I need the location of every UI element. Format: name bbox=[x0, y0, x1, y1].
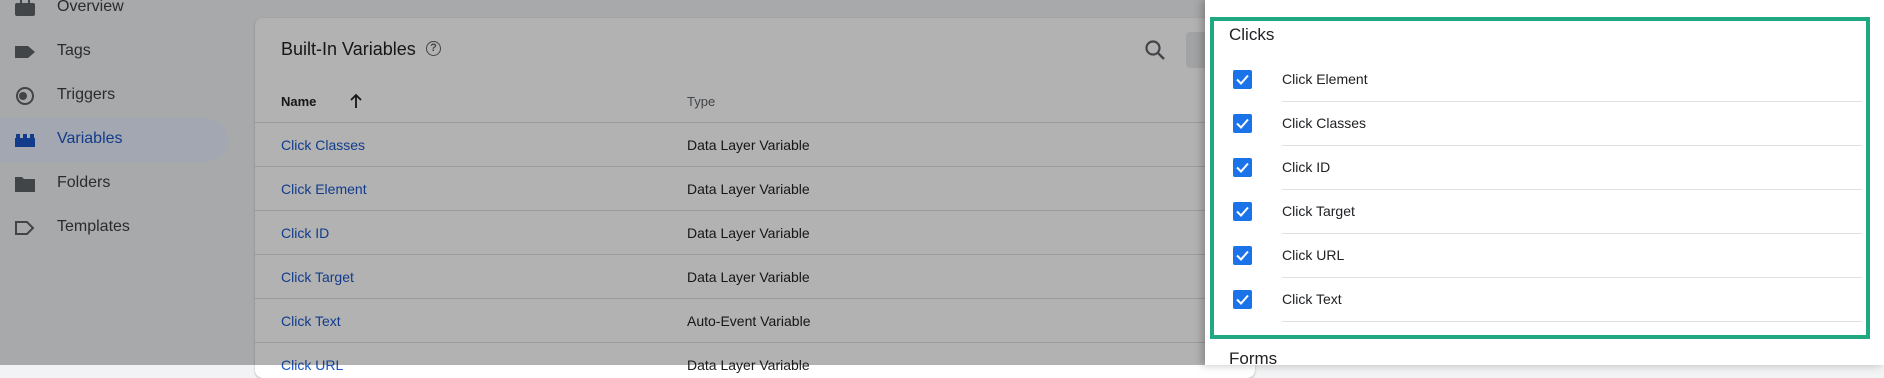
modal-scrim[interactable] bbox=[0, 0, 1205, 365]
highlight-box bbox=[1210, 17, 1870, 339]
section-title-forms: Forms bbox=[1229, 349, 1278, 368]
configure-built-in-variables-panel: Clicks Click Element Click Classes Click… bbox=[1205, 0, 1884, 368]
